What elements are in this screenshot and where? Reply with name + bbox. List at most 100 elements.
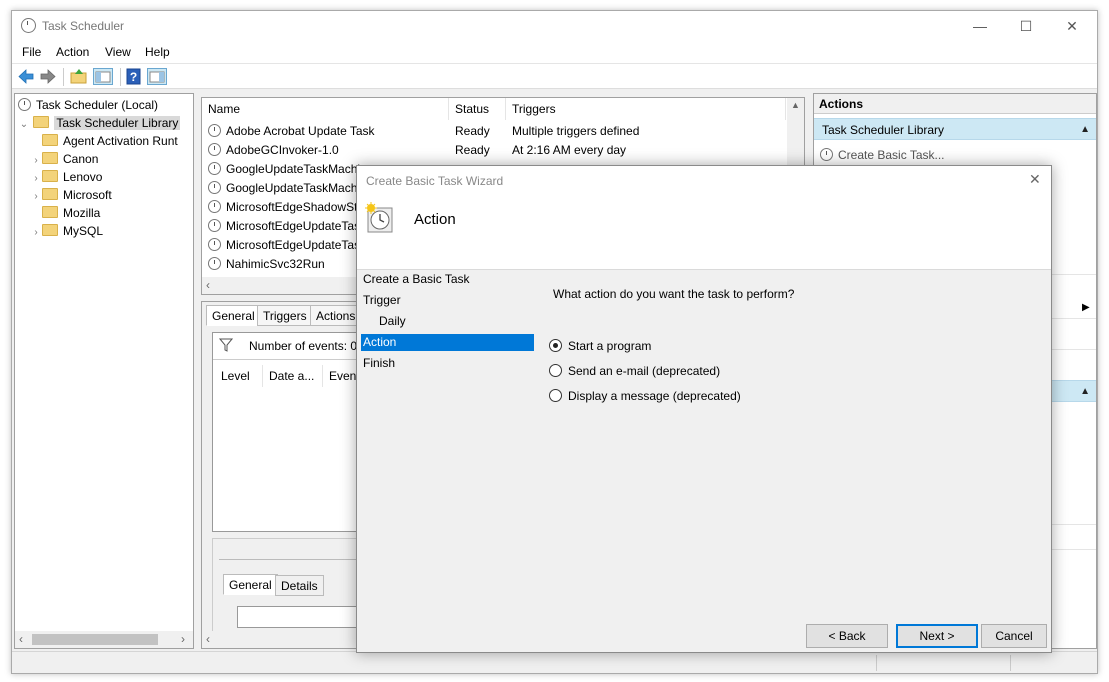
table-row[interactable]: Adobe Acrobat Update Task Ready Multiple t… (208, 122, 783, 141)
tab-actions[interactable]: Actions (310, 305, 362, 326)
events-count: Number of events: 0 (249, 339, 358, 353)
menu-file[interactable]: File (22, 45, 41, 59)
cancel-button[interactable]: Cancel (981, 624, 1047, 648)
task-status: Ready (455, 124, 490, 138)
wizard-step-action[interactable]: Action (361, 334, 534, 351)
tab-general[interactable]: General (206, 305, 261, 326)
tree-item-agent-activation[interactable]: Agent Activation Runt (30, 132, 178, 150)
scroll-right-icon[interactable]: › (181, 632, 185, 646)
wizard-title: Create Basic Task Wizard (366, 174, 504, 188)
column-level[interactable]: Level (215, 365, 263, 387)
scroll-up-icon[interactable]: ▲ (791, 100, 800, 110)
scrollbar-thumb[interactable] (32, 634, 158, 645)
tab-event-general[interactable]: General (223, 574, 278, 595)
create-basic-task-wizard: Create Basic Task Wizard ✕ Action Create… (356, 165, 1052, 653)
tree-item-library[interactable]: ⌄ Task Scheduler Library (18, 114, 181, 134)
column-triggers[interactable]: Triggers (506, 98, 786, 120)
task-clock-icon (208, 219, 221, 232)
radio-start-program[interactable]: Start a program (549, 337, 651, 355)
forward-arrow-icon[interactable] (39, 68, 57, 85)
tree-item-label: MySQL (63, 224, 104, 238)
show-hide-tree-icon[interactable] (93, 68, 113, 85)
tree-item-label: Microsoft (63, 188, 112, 202)
scroll-left-icon[interactable]: ‹ (206, 278, 210, 292)
tree-horizontal-scrollbar[interactable]: ‹ › (15, 631, 193, 648)
tab-event-details[interactable]: Details (275, 575, 324, 596)
task-clock-icon (208, 181, 221, 194)
show-hide-action-pane-icon[interactable] (147, 68, 167, 85)
column-status[interactable]: Status (449, 98, 506, 120)
radio-selected-icon[interactable] (549, 339, 562, 352)
folder-icon (42, 224, 58, 236)
radio-label: Start a program (568, 339, 652, 353)
next-button[interactable]: Next > (896, 624, 978, 648)
tree-item-mozilla[interactable]: Mozilla (30, 204, 100, 222)
up-folder-icon[interactable] (70, 68, 88, 85)
svg-text:?: ? (130, 70, 137, 84)
close-window-button[interactable]: ✕ (1049, 11, 1095, 41)
tree-item-label: Lenovo (63, 170, 103, 184)
filter-icon[interactable] (218, 338, 234, 355)
console-tree: Task Scheduler (Local) ⌄ Task Scheduler … (14, 93, 194, 649)
menu-view[interactable]: View (105, 45, 131, 59)
task-scheduler-app-icon (21, 18, 41, 34)
column-date[interactable]: Date a... (263, 365, 323, 387)
task-name: AdobeGCInvoker-1.0 (226, 143, 339, 157)
title-bar: Task Scheduler — ☐ ✕ (12, 11, 1097, 41)
collapse-up-icon[interactable]: ▲ (1080, 119, 1090, 141)
tab-triggers[interactable]: Triggers (257, 305, 313, 326)
wizard-step-trigger[interactable]: Trigger (361, 292, 534, 309)
task-triggers: Multiple triggers defined (512, 124, 640, 138)
menu-action[interactable]: Action (56, 45, 89, 59)
task-clock-icon (208, 124, 221, 137)
menu-help[interactable]: Help (145, 45, 170, 59)
maximize-button[interactable]: ☐ (1003, 11, 1049, 41)
tree-item-canon[interactable]: › Canon (30, 150, 98, 168)
back-button[interactable]: < Back (806, 624, 888, 648)
actions-section-header[interactable]: Task Scheduler Library ▲ (814, 118, 1096, 140)
submenu-arrow-icon[interactable]: ▶ (1082, 302, 1090, 313)
wizard-page-heading: Action (414, 211, 456, 228)
column-name[interactable]: Name (202, 98, 449, 120)
status-bar (12, 651, 1097, 673)
create-basic-task-label: Create Basic Task... (838, 148, 945, 162)
scroll-left-icon[interactable]: ‹ (19, 632, 23, 646)
tree-item-mysql[interactable]: › MySQL (30, 222, 103, 240)
wizard-step-create-basic-task[interactable]: Create a Basic Task (361, 271, 534, 288)
tree-item-lenovo[interactable]: › Lenovo (30, 168, 102, 186)
minimize-button[interactable]: — (957, 11, 1003, 41)
task-clock-icon (208, 200, 221, 213)
tree-item-microsoft[interactable]: › Microsoft (30, 186, 112, 204)
actions-title: Actions (814, 94, 1096, 114)
folder-icon (42, 134, 58, 146)
create-basic-task-action[interactable]: Create Basic Task... (820, 145, 945, 165)
wizard-close-button[interactable]: ✕ (1029, 171, 1041, 188)
collapse-up-icon[interactable]: ▲ (1080, 381, 1090, 403)
table-row[interactable]: AdobeGCInvoker-1.0 Ready At 2:16 AM every … (208, 141, 783, 160)
folder-icon (42, 188, 58, 200)
radio-unselected-icon[interactable] (549, 389, 562, 402)
create-task-icon (820, 148, 833, 161)
back-arrow-icon[interactable] (17, 68, 35, 85)
task-name: GoogleUpdateTaskMachi (226, 181, 361, 195)
radio-send-email[interactable]: Send an e-mail (deprecated) (549, 362, 720, 380)
task-name: NahimicSvc32Run (226, 257, 325, 271)
chevron-down-icon[interactable]: ⌄ (18, 116, 30, 134)
clock-icon (18, 98, 31, 111)
help-icon[interactable]: ? (125, 68, 143, 85)
tree-library-label: Task Scheduler Library (54, 116, 181, 130)
actions-section-label: Task Scheduler Library (822, 123, 945, 137)
wizard-step-daily[interactable]: Daily (361, 313, 534, 330)
radio-unselected-icon[interactable] (549, 364, 562, 377)
chevron-right-icon[interactable]: › (30, 224, 42, 242)
window-title: Task Scheduler (42, 19, 125, 33)
task-clock-icon (208, 143, 221, 156)
toolbar: ? (12, 63, 1097, 89)
tree-item-root[interactable]: Task Scheduler (Local) (18, 96, 158, 114)
wizard-step-finish[interactable]: Finish (361, 355, 534, 372)
task-name-cell: Adobe Acrobat Update Task (208, 122, 448, 141)
folder-clock-icon (33, 116, 50, 128)
task-name: MicrosoftEdgeUpdateTas (226, 238, 361, 252)
scroll-left-icon[interactable]: ‹ (206, 632, 210, 646)
radio-display-message[interactable]: Display a message (deprecated) (549, 387, 741, 405)
